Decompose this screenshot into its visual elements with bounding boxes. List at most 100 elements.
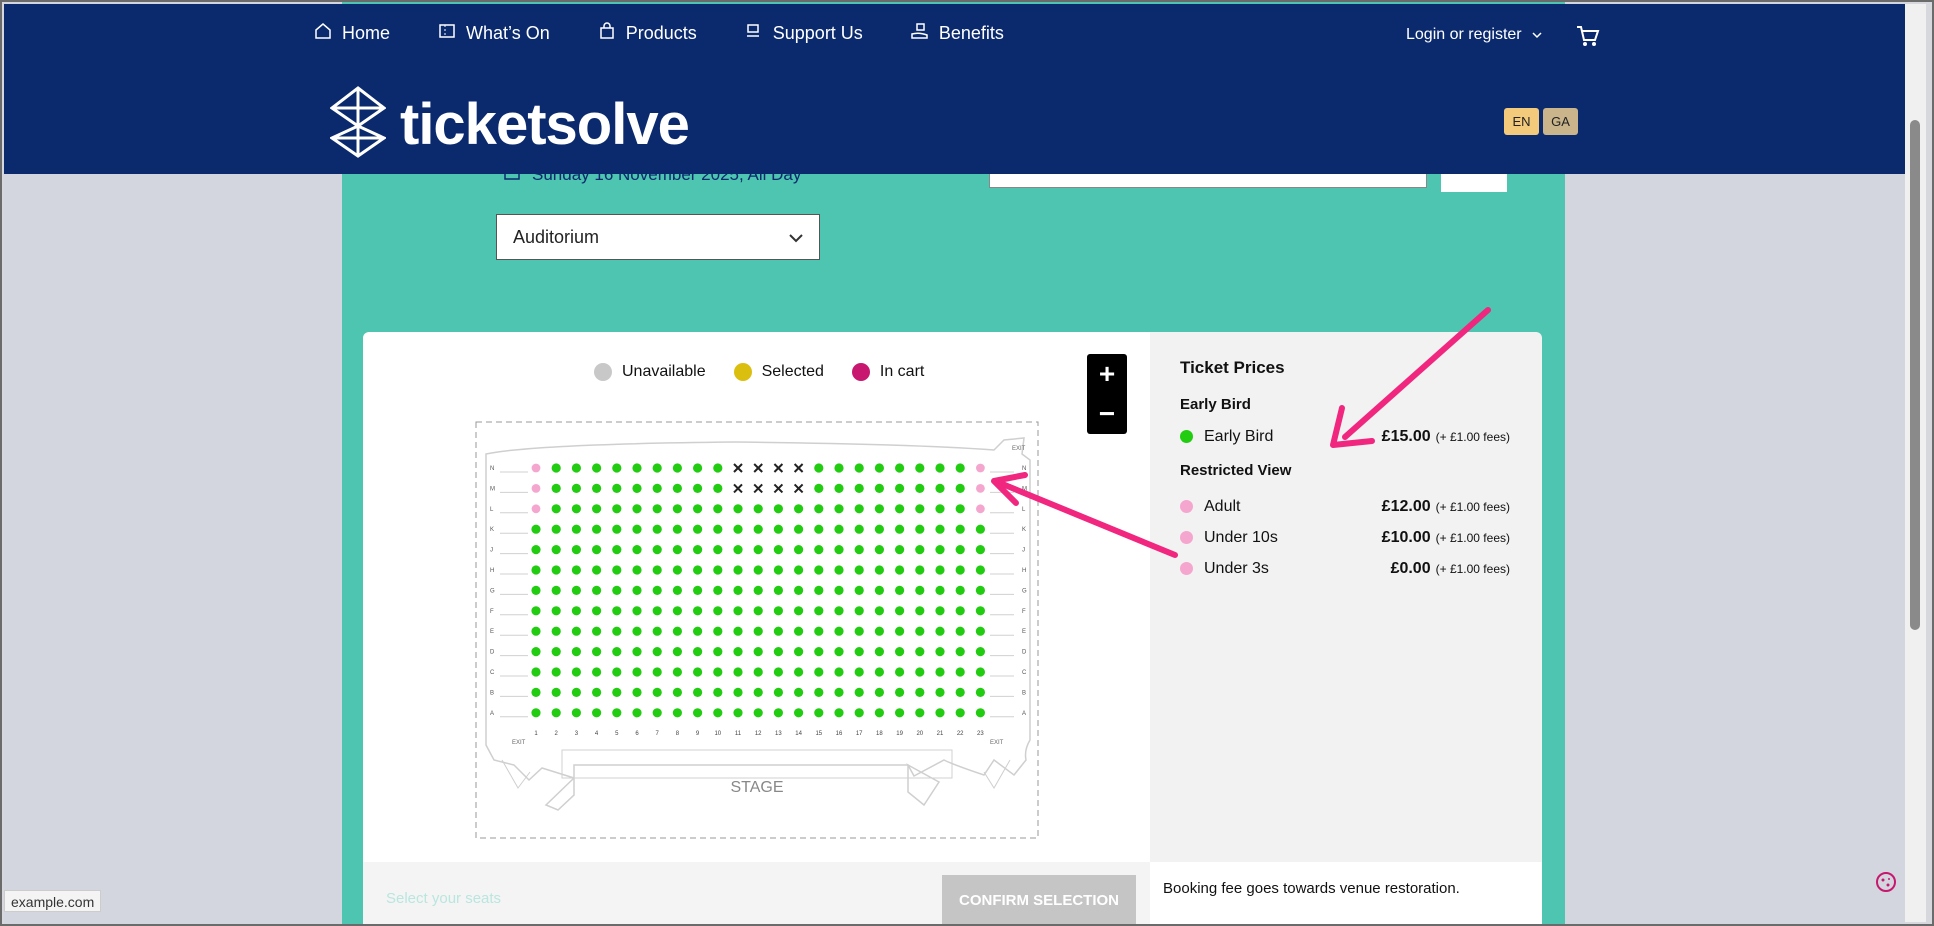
available-seat[interactable] bbox=[955, 504, 965, 514]
available-seat[interactable] bbox=[794, 545, 804, 555]
available-seat[interactable] bbox=[672, 524, 682, 534]
available-seat[interactable] bbox=[773, 626, 783, 636]
available-seat[interactable] bbox=[814, 647, 824, 657]
available-seat[interactable] bbox=[713, 585, 723, 595]
ticketsolve-logo[interactable]: ticketsolve bbox=[328, 86, 690, 163]
available-seat[interactable] bbox=[652, 483, 662, 493]
available-seat[interactable] bbox=[693, 483, 703, 493]
available-seat[interactable] bbox=[935, 667, 945, 677]
available-seat[interactable] bbox=[874, 626, 884, 636]
available-seat[interactable] bbox=[814, 626, 824, 636]
available-seat[interactable] bbox=[955, 647, 965, 657]
available-seat[interactable] bbox=[733, 687, 743, 697]
available-seat[interactable] bbox=[571, 687, 581, 697]
available-seat[interactable] bbox=[753, 545, 763, 555]
available-seat[interactable] bbox=[975, 545, 985, 555]
available-seat[interactable] bbox=[814, 483, 824, 493]
available-seat[interactable] bbox=[834, 606, 844, 616]
available-seat[interactable] bbox=[612, 626, 622, 636]
available-seat[interactable] bbox=[652, 687, 662, 697]
available-seat[interactable] bbox=[935, 483, 945, 493]
available-seat[interactable] bbox=[915, 687, 925, 697]
available-seat[interactable] bbox=[693, 565, 703, 575]
available-seat[interactable] bbox=[652, 463, 662, 473]
available-seat[interactable] bbox=[693, 647, 703, 657]
available-seat[interactable] bbox=[612, 463, 622, 473]
available-seat[interactable] bbox=[773, 565, 783, 575]
restricted-view-seat[interactable] bbox=[531, 484, 541, 493]
available-seat[interactable] bbox=[753, 708, 763, 718]
available-seat[interactable] bbox=[895, 626, 905, 636]
available-seat[interactable] bbox=[854, 667, 864, 677]
available-seat[interactable] bbox=[834, 504, 844, 514]
available-seat[interactable] bbox=[895, 545, 905, 555]
available-seat[interactable] bbox=[672, 483, 682, 493]
available-seat[interactable] bbox=[531, 647, 541, 657]
available-seat[interactable] bbox=[895, 667, 905, 677]
available-seat[interactable] bbox=[874, 585, 884, 595]
available-seat[interactable] bbox=[571, 545, 581, 555]
available-seat[interactable] bbox=[895, 647, 905, 657]
available-seat[interactable] bbox=[571, 504, 581, 514]
available-seat[interactable] bbox=[935, 565, 945, 575]
available-seat[interactable] bbox=[915, 708, 925, 718]
available-seat[interactable] bbox=[874, 667, 884, 677]
available-seat[interactable] bbox=[531, 667, 541, 677]
available-seat[interactable] bbox=[551, 647, 561, 657]
available-seat[interactable] bbox=[612, 667, 622, 677]
available-seat[interactable] bbox=[592, 463, 602, 473]
available-seat[interactable] bbox=[814, 504, 824, 514]
available-seat[interactable] bbox=[592, 504, 602, 514]
available-seat[interactable] bbox=[652, 504, 662, 514]
available-seat[interactable] bbox=[693, 606, 703, 616]
available-seat[interactable] bbox=[975, 606, 985, 616]
available-seat[interactable] bbox=[794, 524, 804, 534]
available-seat[interactable] bbox=[935, 545, 945, 555]
available-seat[interactable] bbox=[814, 708, 824, 718]
available-seat[interactable] bbox=[632, 647, 642, 657]
nav-whats-on[interactable]: What’s On bbox=[438, 22, 550, 45]
available-seat[interactable] bbox=[814, 545, 824, 555]
available-seat[interactable] bbox=[874, 504, 884, 514]
available-seat[interactable] bbox=[713, 483, 723, 493]
available-seat[interactable] bbox=[733, 606, 743, 616]
available-seat[interactable] bbox=[551, 504, 561, 514]
available-seat[interactable] bbox=[612, 545, 622, 555]
available-seat[interactable] bbox=[834, 524, 844, 534]
available-seat[interactable] bbox=[632, 606, 642, 616]
cart-icon[interactable] bbox=[1576, 24, 1600, 53]
available-seat[interactable] bbox=[895, 524, 905, 534]
available-seat[interactable] bbox=[794, 708, 804, 718]
available-seat[interactable] bbox=[854, 483, 864, 493]
available-seat[interactable] bbox=[895, 585, 905, 595]
available-seat[interactable] bbox=[975, 524, 985, 534]
available-seat[interactable] bbox=[834, 565, 844, 575]
available-seat[interactable] bbox=[592, 545, 602, 555]
available-seat[interactable] bbox=[834, 647, 844, 657]
available-seat[interactable] bbox=[551, 606, 561, 616]
available-seat[interactable] bbox=[592, 708, 602, 718]
available-seat[interactable] bbox=[955, 463, 965, 473]
available-seat[interactable] bbox=[773, 606, 783, 616]
available-seat[interactable] bbox=[854, 463, 864, 473]
available-seat[interactable] bbox=[713, 545, 723, 555]
available-seat[interactable] bbox=[693, 687, 703, 697]
available-seat[interactable] bbox=[551, 483, 561, 493]
available-seat[interactable] bbox=[733, 585, 743, 595]
available-seat[interactable] bbox=[612, 647, 622, 657]
available-seat[interactable] bbox=[571, 626, 581, 636]
available-seat[interactable] bbox=[733, 667, 743, 677]
available-seat[interactable] bbox=[753, 524, 763, 534]
available-seat[interactable] bbox=[713, 626, 723, 636]
available-seat[interactable] bbox=[895, 483, 905, 493]
available-seat[interactable] bbox=[531, 708, 541, 718]
available-seat[interactable] bbox=[935, 606, 945, 616]
available-seat[interactable] bbox=[571, 463, 581, 473]
available-seat[interactable] bbox=[854, 585, 864, 595]
available-seat[interactable] bbox=[895, 504, 905, 514]
language-en-button[interactable]: EN bbox=[1504, 108, 1539, 135]
available-seat[interactable] bbox=[592, 687, 602, 697]
available-seat[interactable] bbox=[874, 545, 884, 555]
available-seat[interactable] bbox=[854, 606, 864, 616]
available-seat[interactable] bbox=[652, 708, 662, 718]
